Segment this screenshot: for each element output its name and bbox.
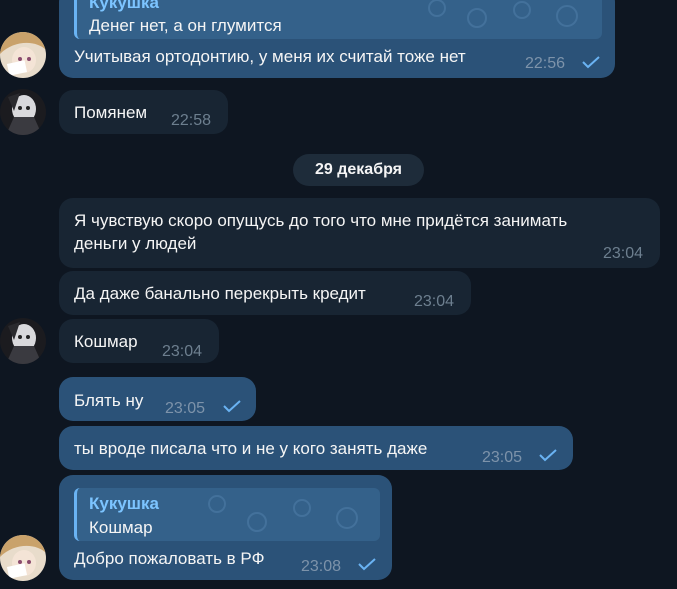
message-bubble-incoming[interactable]: Я чувствую скоро опущусь до того что мне… <box>59 198 660 268</box>
date-separator: 29 декабря <box>293 154 424 186</box>
message-bubble-incoming[interactable]: Да даже банально перекрыть кредит 23:04 <box>59 271 471 315</box>
message-bubble-outgoing[interactable]: Кукушка Денег нет, а он глумится Учитыва… <box>59 0 615 78</box>
message-time: 22:58 <box>171 112 212 129</box>
avatar-anime-girl <box>0 535 46 581</box>
message-text-line: Я чувствую скоро опущусь до того что мне… <box>74 211 568 230</box>
read-check-icon <box>582 56 600 69</box>
message-time: 23:04 <box>162 343 203 360</box>
message-time: 22:56 <box>525 55 566 72</box>
message-time: 23:05 <box>165 400 206 417</box>
reply-text: Денег нет, а он глумится <box>89 16 282 35</box>
avatar-sender[interactable] <box>0 535 46 581</box>
message-bubble-outgoing[interactable]: Кукушка Кошмар Добро пожаловать в РФ 23:… <box>59 475 392 580</box>
sticker-pattern-icon <box>208 495 358 532</box>
message-text: Помянем <box>74 103 148 122</box>
reply-author: Кукушка <box>89 0 159 12</box>
avatar-sender[interactable] <box>0 89 46 135</box>
message-text-line: деньги у людей <box>74 234 197 253</box>
avatar-sender[interactable] <box>0 32 46 78</box>
reply-author: Кукушка <box>89 494 159 513</box>
message-text: Блять ну <box>74 391 144 410</box>
avatar-dark-figure <box>0 318 46 364</box>
read-check-icon <box>358 558 376 571</box>
message-bubble-outgoing[interactable]: Блять ну 23:05 <box>59 377 256 421</box>
message-text: ты вроде писала что и не у кого занять д… <box>74 439 428 458</box>
read-check-icon <box>539 449 557 462</box>
message-text: Учитывая ортодонтию, у меня их считай то… <box>74 47 466 66</box>
message-text: Да даже банально перекрыть кредит <box>74 284 366 303</box>
message-time: 23:08 <box>301 558 342 575</box>
message-time: 23:04 <box>603 245 644 262</box>
reply-quote[interactable]: Кукушка Кошмар <box>74 488 380 541</box>
reply-quote[interactable]: Кукушка Денег нет, а он глумится <box>74 0 602 39</box>
message-time: 23:05 <box>482 449 523 466</box>
message-bubble-incoming[interactable]: Помянем 22:58 <box>59 90 228 134</box>
message-bubble-incoming[interactable]: Кошмар 23:04 <box>59 319 219 363</box>
avatar-anime-girl <box>0 32 46 78</box>
avatar-dark-figure <box>0 89 46 135</box>
reply-text: Кошмар <box>89 518 153 537</box>
sticker-pattern-icon <box>428 0 578 28</box>
message-text: Добро пожаловать в РФ <box>74 549 265 568</box>
read-check-icon <box>223 400 241 413</box>
message-text: Кошмар <box>74 332 138 351</box>
message-time: 23:04 <box>414 293 455 310</box>
avatar-sender[interactable] <box>0 318 46 364</box>
message-bubble-outgoing[interactable]: ты вроде писала что и не у кого занять д… <box>59 426 573 470</box>
